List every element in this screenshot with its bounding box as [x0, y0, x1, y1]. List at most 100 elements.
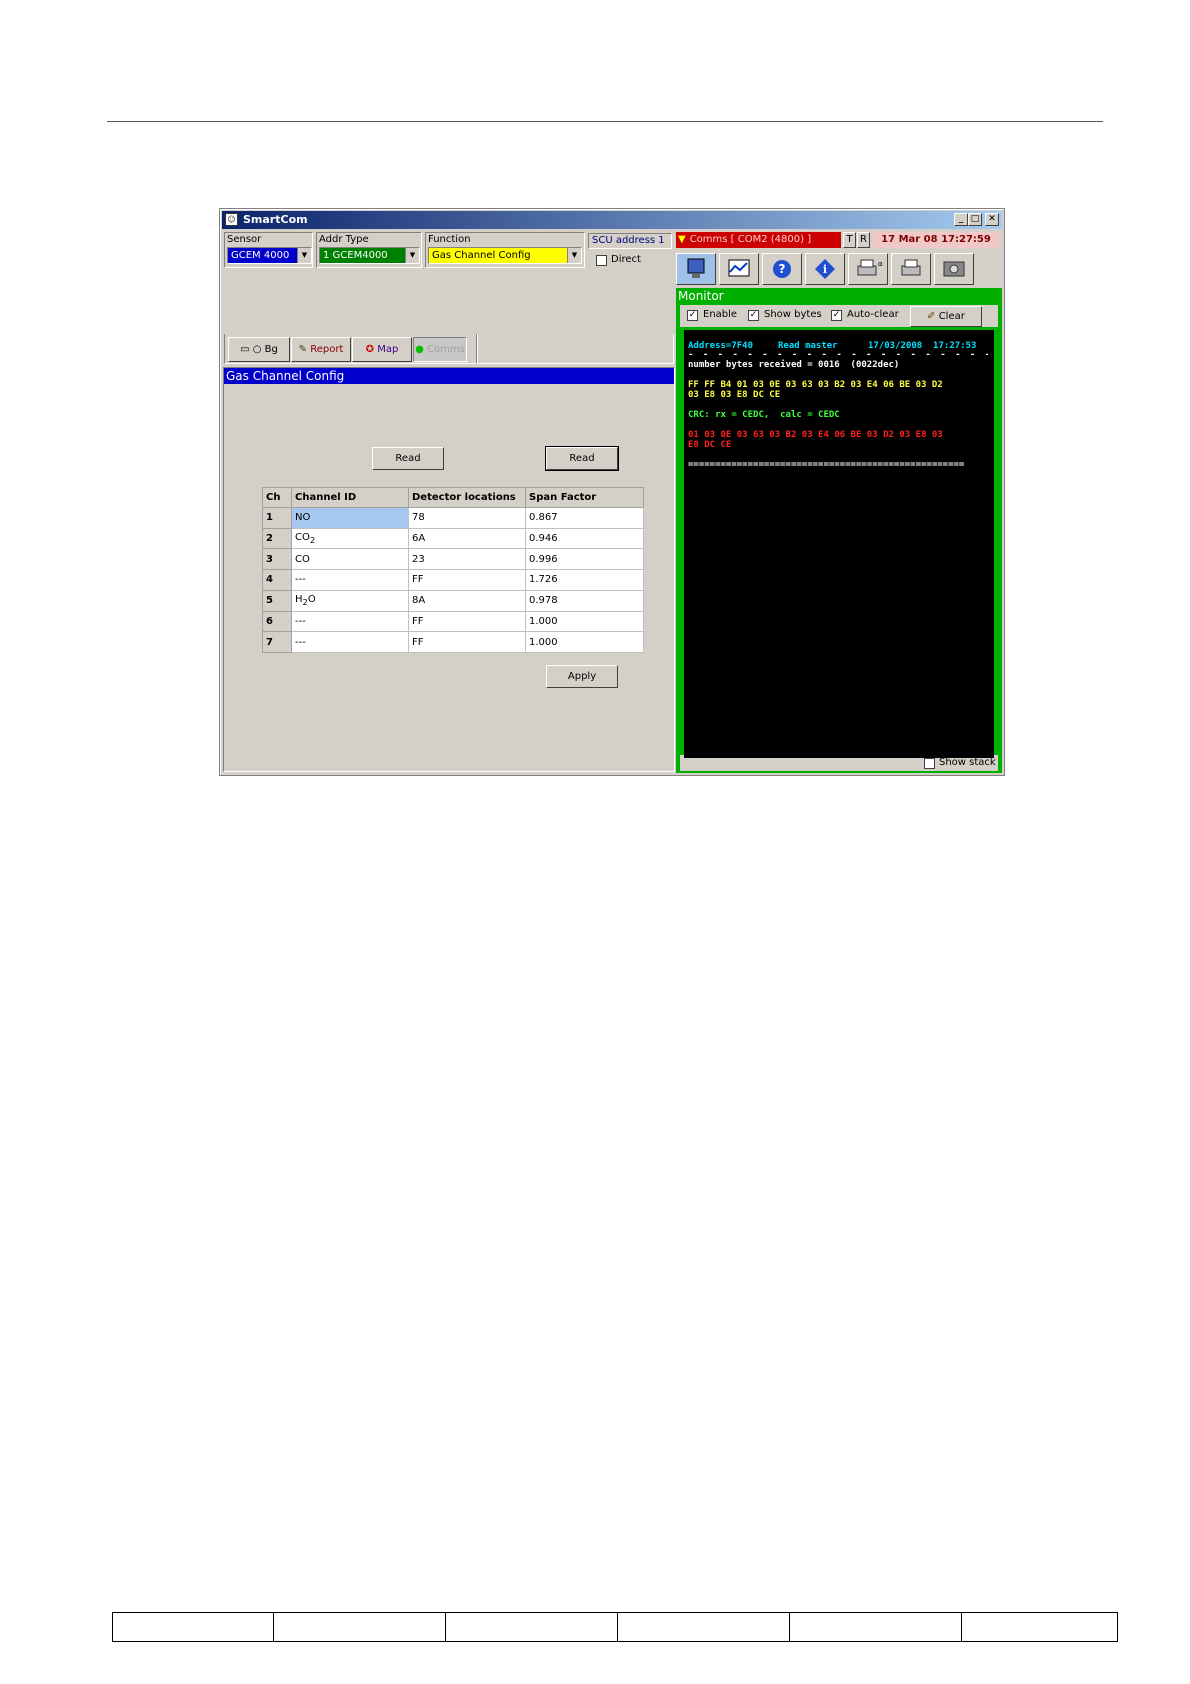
- footer-cell: [789, 1612, 962, 1642]
- table-row[interactable]: 1 NO 78 0.867: [262, 507, 644, 529]
- sensor-value: GCEM 4000: [231, 250, 290, 261]
- cell-channel-id[interactable]: ---: [291, 569, 409, 591]
- table-row[interactable]: 6 --- FF 1.000: [262, 610, 644, 633]
- table-row[interactable]: 7 --- FF 1.000: [262, 631, 644, 653]
- monitor-output[interactable]: Address=7F40 Read master 17/03/2008 17:2…: [684, 330, 994, 758]
- cell-span-factor[interactable]: 1.000: [525, 631, 644, 653]
- cell-channel-id[interactable]: NO: [291, 507, 409, 529]
- channel-id-text: ---: [295, 574, 306, 586]
- cell-span-factor[interactable]: 0.996: [525, 548, 644, 571]
- cell-detector-location[interactable]: 6A: [408, 527, 526, 550]
- brush-icon: ✐: [927, 311, 936, 322]
- bg-label: Bg: [264, 344, 278, 355]
- table-row[interactable]: 4 --- FF 1.726: [262, 569, 644, 591]
- cell-channel-id[interactable]: CO: [291, 548, 409, 571]
- cell-detector-location[interactable]: FF: [408, 631, 526, 653]
- monitor-icon[interactable]: [676, 253, 716, 285]
- function-value: Gas Channel Config: [432, 250, 531, 261]
- show-stack-checkbox[interactable]: [924, 758, 935, 769]
- comms-button[interactable]: ● Comms: [413, 337, 467, 362]
- addr-type-select[interactable]: 1 GCEM4000 ▼: [319, 247, 420, 264]
- info-icon[interactable]: i: [805, 253, 845, 285]
- cell-span-factor[interactable]: 1.000: [525, 610, 644, 633]
- sensor-select[interactable]: GCEM 4000 ▼: [227, 247, 312, 264]
- bg-button[interactable]: ▭ ○ Bg: [228, 337, 290, 362]
- auto-clear-checkbox[interactable]: ✓: [831, 310, 842, 321]
- monitor-separator: ========================================…: [688, 460, 965, 470]
- cell-detector-location[interactable]: FF: [408, 569, 526, 591]
- enable-label: Enable: [703, 309, 738, 320]
- table-row[interactable]: 5 H2O 8A 0.978: [262, 589, 644, 612]
- app-icon: ☺: [225, 213, 238, 226]
- comms-status-bar: ▼ Comms [ COM2 (4800) ] T R 17 Mar 08 17:…: [676, 232, 1002, 248]
- channel-id-text: NO: [295, 512, 311, 524]
- cell-channel-id[interactable]: CO2: [291, 527, 409, 550]
- cell-span-factor[interactable]: 0.946: [525, 527, 644, 550]
- channel-id-text: H: [295, 594, 303, 606]
- svg-text:?: ?: [779, 262, 786, 276]
- show-stack-label: Show stack: [939, 757, 996, 768]
- direct-checkbox[interactable]: [596, 255, 607, 266]
- enable-checkbox[interactable]: ✓: [687, 310, 698, 321]
- cell-detector-location[interactable]: 78: [408, 507, 526, 529]
- printer-settings-icon[interactable]: α: [848, 253, 888, 285]
- channel-id-subscript: 2: [309, 535, 316, 546]
- cell-channel-id[interactable]: ---: [291, 610, 409, 633]
- table-row[interactable]: 3 CO 23 0.996: [262, 548, 644, 571]
- monitor-title: Monitor: [678, 289, 724, 303]
- config-panel-title: Gas Channel Config: [224, 368, 674, 384]
- cell-span-factor[interactable]: 0.867: [525, 507, 644, 529]
- report-label: Report: [310, 344, 344, 355]
- monitor-crc: CRC: rx = CEDC, calc = CEDC: [688, 410, 840, 420]
- footer-cell: [273, 1612, 446, 1642]
- camera-icon[interactable]: [934, 253, 974, 285]
- minimize-button[interactable]: _: [954, 213, 968, 226]
- cell-ch: 6: [262, 610, 292, 633]
- svg-text:α: α: [878, 260, 883, 268]
- cell-ch: 3: [262, 548, 292, 571]
- close-button[interactable]: ✕: [985, 213, 999, 226]
- chevron-down-icon: ▼: [297, 248, 311, 263]
- read-button-left[interactable]: Read: [372, 447, 444, 470]
- channel-table: Ch Channel ID Detector locations Span Fa…: [262, 487, 644, 653]
- footer-row: [112, 1612, 1118, 1642]
- cell-detector-location[interactable]: FF: [408, 610, 526, 633]
- column-header-channel-id: Channel ID: [291, 487, 409, 508]
- addr-type-value: 1 GCEM4000: [323, 250, 388, 261]
- maximize-button[interactable]: □: [968, 213, 982, 226]
- channel-id-text: CO: [295, 532, 310, 544]
- svg-text:i: i: [823, 263, 827, 276]
- comms-status-text: Comms [ COM2 (4800) ]: [689, 234, 812, 245]
- help-icon[interactable]: ?: [762, 253, 802, 285]
- monitor-red-line-1: 01 03 0E 03 63 03 B2 03 E4 06 BE 03 D2 0…: [688, 430, 943, 440]
- cell-detector-location[interactable]: 23: [408, 548, 526, 571]
- map-button[interactable]: ✪ Map: [352, 337, 412, 362]
- printer-icon[interactable]: [891, 253, 931, 285]
- apply-button[interactable]: Apply: [546, 665, 618, 688]
- clear-button[interactable]: ✐ Clear: [910, 306, 982, 327]
- cell-ch: 1: [262, 507, 292, 529]
- scu-address-label: SCU address 1: [592, 235, 665, 246]
- report-button[interactable]: ✎ Report: [291, 337, 351, 362]
- chart-icon[interactable]: [719, 253, 759, 285]
- datetime-display: 17 Mar 08 17:27:59: [872, 232, 1000, 248]
- monitor-dashes: - - - - - - - - - - - - - - - - - - - - …: [688, 350, 988, 360]
- title-bar[interactable]: ☺ SmartCom _ □ ✕: [222, 211, 1002, 229]
- cell-channel-id[interactable]: ---: [291, 631, 409, 653]
- cell-channel-id[interactable]: H2O: [291, 589, 409, 612]
- cell-ch: 7: [262, 631, 292, 653]
- footer-cell: [445, 1612, 618, 1642]
- cell-span-factor[interactable]: 0.978: [525, 589, 644, 612]
- r-button[interactable]: R: [857, 232, 870, 248]
- function-select[interactable]: Gas Channel Config ▼: [428, 247, 582, 264]
- chevron-down-icon: ▼: [567, 248, 581, 263]
- show-bytes-checkbox[interactable]: ✓: [748, 310, 759, 321]
- cell-span-factor[interactable]: 1.726: [525, 569, 644, 591]
- table-header-row: Ch Channel ID Detector locations Span Fa…: [262, 487, 644, 508]
- channel-id-text: ---: [295, 636, 306, 648]
- read-button-right[interactable]: Read: [545, 446, 619, 471]
- auto-clear-label: Auto-clear: [847, 309, 899, 320]
- cell-detector-location[interactable]: 8A: [408, 589, 526, 612]
- t-button[interactable]: T: [843, 232, 856, 248]
- table-row[interactable]: 2 CO2 6A 0.946: [262, 527, 644, 550]
